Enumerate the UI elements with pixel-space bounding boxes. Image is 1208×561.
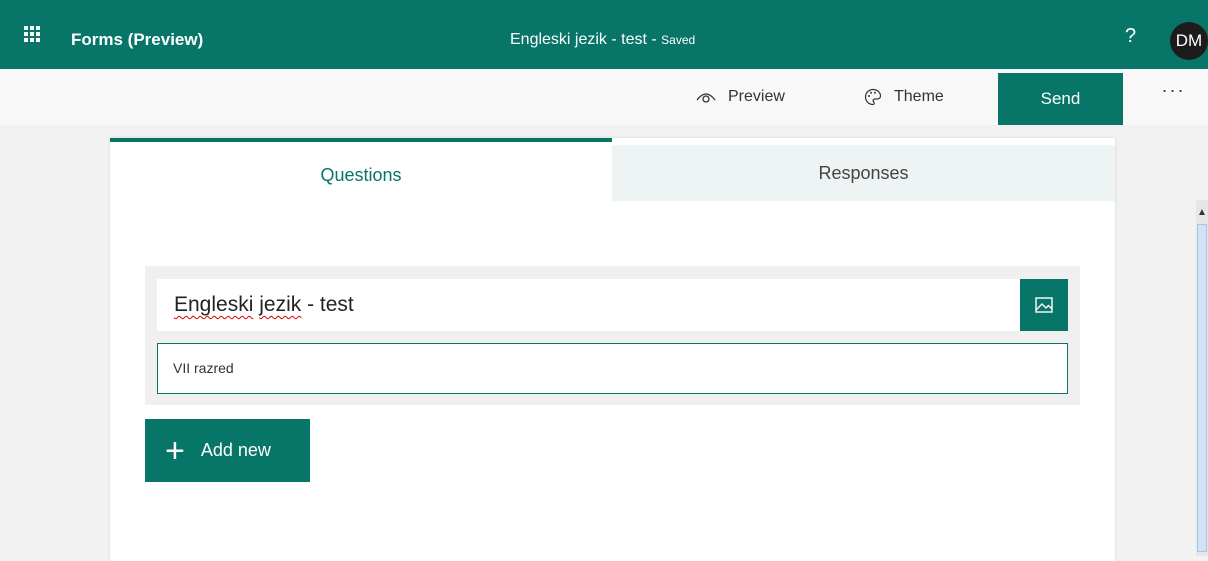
eye-icon	[696, 93, 716, 103]
form-title-field[interactable]: Engleski jezik - test	[157, 279, 1020, 331]
palette-icon	[864, 88, 882, 106]
title-rest: - test	[301, 293, 354, 316]
app-header: Forms (Preview) Engleski jezik - test - …	[0, 0, 1208, 69]
form-header-section: Engleski jezik - test VII razred	[145, 266, 1080, 405]
form-editor-card: Questions Responses Engleski jezik - tes…	[110, 138, 1115, 561]
theme-label: Theme	[894, 88, 944, 105]
help-button[interactable]: ?	[1125, 24, 1136, 48]
scrollbar-thumb[interactable]	[1197, 224, 1207, 552]
form-description-field[interactable]: VII razred	[157, 343, 1068, 394]
tab-responses[interactable]: Responses	[612, 145, 1115, 201]
theme-button[interactable]: Theme	[864, 69, 944, 125]
save-status: Saved	[661, 33, 696, 47]
title-separator: -	[646, 31, 662, 48]
more-options-button[interactable]: ...	[1162, 76, 1186, 97]
avatar[interactable]: DM	[1170, 22, 1208, 60]
document-title: Engleski jezik - test - Saved	[510, 28, 695, 52]
preview-label: Preview	[728, 88, 785, 105]
preview-button[interactable]: Preview	[696, 69, 785, 125]
document-title-text: Engleski jezik - test	[510, 31, 647, 48]
add-new-button[interactable]: + Add new	[145, 419, 310, 482]
scroll-up-icon[interactable]: ▲	[1197, 204, 1207, 222]
app-name[interactable]: Forms (Preview)	[71, 28, 203, 52]
send-button[interactable]: Send	[998, 73, 1123, 125]
title-word-1: Engleski	[174, 293, 254, 316]
insert-image-button[interactable]	[1020, 279, 1068, 331]
app-launcher-icon[interactable]	[24, 26, 40, 42]
image-icon	[1035, 297, 1053, 313]
tab-questions[interactable]: Questions	[110, 138, 612, 201]
add-new-label: Add new	[200, 440, 271, 460]
plus-icon: +	[165, 431, 185, 470]
title-word-2: jezik	[259, 293, 302, 316]
